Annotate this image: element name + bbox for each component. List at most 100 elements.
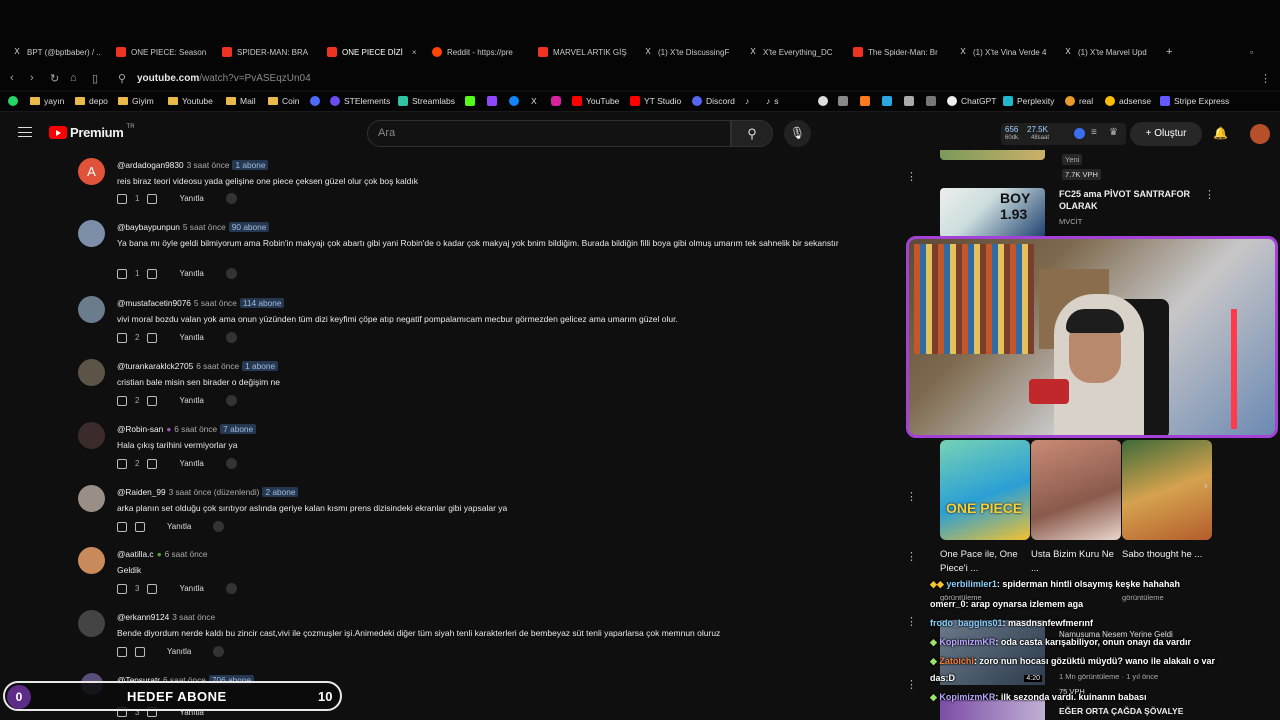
like-icon[interactable] bbox=[117, 583, 127, 594]
bookmark-coin[interactable]: Coin bbox=[268, 96, 299, 106]
bookmark-twitch[interactable] bbox=[487, 96, 497, 106]
menu-icon[interactable]: ⋮ bbox=[1260, 72, 1271, 85]
bookmark-kick[interactable] bbox=[465, 96, 475, 106]
bookmark-discord[interactable]: Discord bbox=[692, 96, 735, 106]
comment-time[interactable]: 5 saat önce bbox=[194, 298, 237, 308]
comment-time[interactable]: 3 saat önce bbox=[187, 160, 230, 170]
short-title[interactable]: One Pace ile, One Piece'i ... bbox=[940, 548, 1030, 576]
dislike-icon[interactable] bbox=[135, 521, 145, 532]
avatar[interactable] bbox=[78, 610, 105, 637]
bookmark-yt-studio[interactable]: YT Studio bbox=[630, 96, 681, 106]
home-icon[interactable]: ⌂ bbox=[70, 72, 77, 84]
back-icon[interactable]: ‹ bbox=[10, 72, 14, 84]
bookmark-mail[interactable]: Mail bbox=[226, 96, 256, 106]
comment-time[interactable]: 3 saat önce bbox=[172, 612, 215, 622]
heart-icon[interactable] bbox=[225, 193, 237, 204]
short-title[interactable]: Sabo thought he ... bbox=[1122, 548, 1212, 562]
like-icon[interactable] bbox=[117, 395, 127, 406]
bookmark-x[interactable]: X bbox=[531, 96, 537, 106]
menu-icon[interactable] bbox=[18, 127, 32, 137]
bookmark-misc-1[interactable] bbox=[818, 96, 828, 106]
more-options-icon[interactable]: ⋮ bbox=[906, 550, 917, 563]
like-icon[interactable] bbox=[117, 458, 127, 469]
voice-search-button[interactable]: 🎙 bbox=[784, 120, 811, 147]
tab-one-piece-season[interactable]: ONE PIECE: Season bbox=[116, 44, 206, 60]
heart-icon[interactable] bbox=[213, 646, 225, 657]
bookmark-stelements[interactable]: STElements bbox=[330, 96, 390, 106]
bookmark-tiktok[interactable]: ♪ bbox=[745, 96, 749, 106]
dislike-icon[interactable] bbox=[147, 268, 158, 279]
bookmark-tiktok-s[interactable]: ♪ s bbox=[766, 96, 779, 106]
youtube-logo[interactable]: Premium TR bbox=[49, 124, 135, 140]
comment-author[interactable]: @mustafacetin9076 bbox=[117, 298, 191, 308]
bookmark-perplexity[interactable]: Perplexity bbox=[1003, 96, 1054, 106]
bookmark-misc-5[interactable] bbox=[904, 96, 914, 106]
reply-button[interactable]: Yanıtla bbox=[179, 269, 203, 278]
comment-time[interactable]: 5 saat önce bbox=[183, 222, 226, 232]
reply-button[interactable]: Yanıtla bbox=[167, 647, 191, 656]
window-icon[interactable]: ▫ bbox=[1250, 44, 1253, 60]
avatar[interactable] bbox=[78, 547, 105, 574]
bookmark-instagram[interactable] bbox=[551, 96, 561, 106]
video-thumbnail[interactable] bbox=[940, 150, 1045, 160]
tab-reddit[interactable]: Reddit - https://pre bbox=[432, 44, 522, 60]
url-field[interactable]: youtube.com/watch?v=PvASEqzUn04 bbox=[137, 73, 311, 84]
comment-time[interactable]: 3 saat önce (düzenlendi) bbox=[169, 487, 260, 497]
short-thumbnail[interactable]: ONE PIECE bbox=[940, 440, 1030, 540]
heart-icon[interactable] bbox=[213, 521, 225, 532]
bookmark-real[interactable]: real bbox=[1065, 96, 1093, 106]
comment-author[interactable]: @aatilla.c bbox=[117, 549, 154, 559]
channel-name[interactable]: MVCİT bbox=[1059, 217, 1082, 226]
more-options-icon[interactable]: ⋮ bbox=[906, 615, 917, 628]
dislike-icon[interactable] bbox=[147, 458, 158, 469]
heart-icon[interactable] bbox=[225, 268, 237, 279]
like-icon[interactable] bbox=[117, 268, 127, 279]
dislike-icon[interactable] bbox=[147, 332, 158, 343]
next-arrow-icon[interactable]: › bbox=[1204, 480, 1208, 492]
dislike-icon[interactable] bbox=[147, 583, 158, 594]
video-title[interactable]: FC25 ama PİVOT SANTRAFOR OLARAK bbox=[1059, 188, 1209, 212]
reply-button[interactable]: Yanıtla bbox=[179, 194, 203, 203]
bookmark-bluesky[interactable] bbox=[509, 96, 519, 106]
search-input[interactable]: Ara bbox=[367, 120, 731, 147]
like-icon[interactable] bbox=[117, 646, 127, 657]
tab-x-vina[interactable]: X (1) X'te Vina Verde 4 bbox=[958, 44, 1048, 60]
bookmark-whatsapp[interactable] bbox=[8, 96, 18, 106]
reply-button[interactable]: Yanıtla bbox=[179, 584, 203, 593]
video-title[interactable]: EĞER ORTA ÇAĞDA ŞÖVALYE bbox=[1059, 706, 1183, 716]
account-avatar[interactable] bbox=[1250, 124, 1270, 144]
bookmark-icon[interactable]: ▯ bbox=[92, 72, 98, 85]
tab-spiderman-br[interactable]: The Spider-Man: Br bbox=[853, 44, 943, 60]
bookmark-giyim[interactable]: Giyim bbox=[118, 96, 154, 106]
bookmark-misc-3[interactable] bbox=[860, 96, 870, 106]
avatar[interactable] bbox=[78, 422, 105, 449]
comment-time[interactable]: 6 saat önce bbox=[165, 549, 208, 559]
forward-icon[interactable]: › bbox=[30, 72, 34, 84]
avatar[interactable] bbox=[78, 296, 105, 323]
heart-icon[interactable] bbox=[225, 332, 237, 343]
bookmark-misc-2[interactable] bbox=[838, 96, 848, 106]
new-tab-button[interactable]: + bbox=[1166, 44, 1172, 60]
video-thumbnail[interactable]: BOY 1.93 bbox=[940, 188, 1045, 238]
close-tab-icon[interactable]: × bbox=[412, 48, 417, 57]
like-icon[interactable] bbox=[117, 332, 127, 343]
stats-widget[interactable]: 656 60dk. 27.5K 48saat ≡ ♛ bbox=[1001, 123, 1126, 145]
video-thumbnail[interactable]: 4:20 bbox=[940, 620, 1045, 685]
bookmark-r[interactable] bbox=[310, 96, 320, 106]
bookmark-streamlabs[interactable]: Streamlabs bbox=[398, 96, 455, 106]
tab-marvel[interactable]: MARVEL ARTIK GİŞ bbox=[538, 44, 628, 60]
tab-one-piece-dizi[interactable]: ONE PIECE DİZİ × bbox=[327, 44, 417, 60]
bookmark-misc-4[interactable] bbox=[882, 96, 892, 106]
dislike-icon[interactable] bbox=[147, 395, 158, 406]
like-icon[interactable] bbox=[117, 193, 127, 204]
bookmark-chatgpt[interactable]: ChatGPT bbox=[947, 96, 996, 106]
tab-x-discussing[interactable]: X (1) X'te DiscussingF bbox=[643, 44, 733, 60]
comment-time[interactable]: 6 saat önce bbox=[196, 361, 239, 371]
bookmark-youtube-folder[interactable]: Youtube bbox=[168, 96, 213, 106]
more-options-icon[interactable]: ⋮ bbox=[906, 170, 917, 183]
search-button[interactable]: ⚲ bbox=[731, 120, 773, 147]
comment-author[interactable]: @turankaraklck2705 bbox=[117, 361, 193, 371]
bookmark-misc-6[interactable] bbox=[926, 96, 936, 106]
tab-x-marvel[interactable]: X (1) X'te Marvel Upd bbox=[1063, 44, 1153, 60]
extension-icon[interactable] bbox=[1074, 128, 1085, 139]
